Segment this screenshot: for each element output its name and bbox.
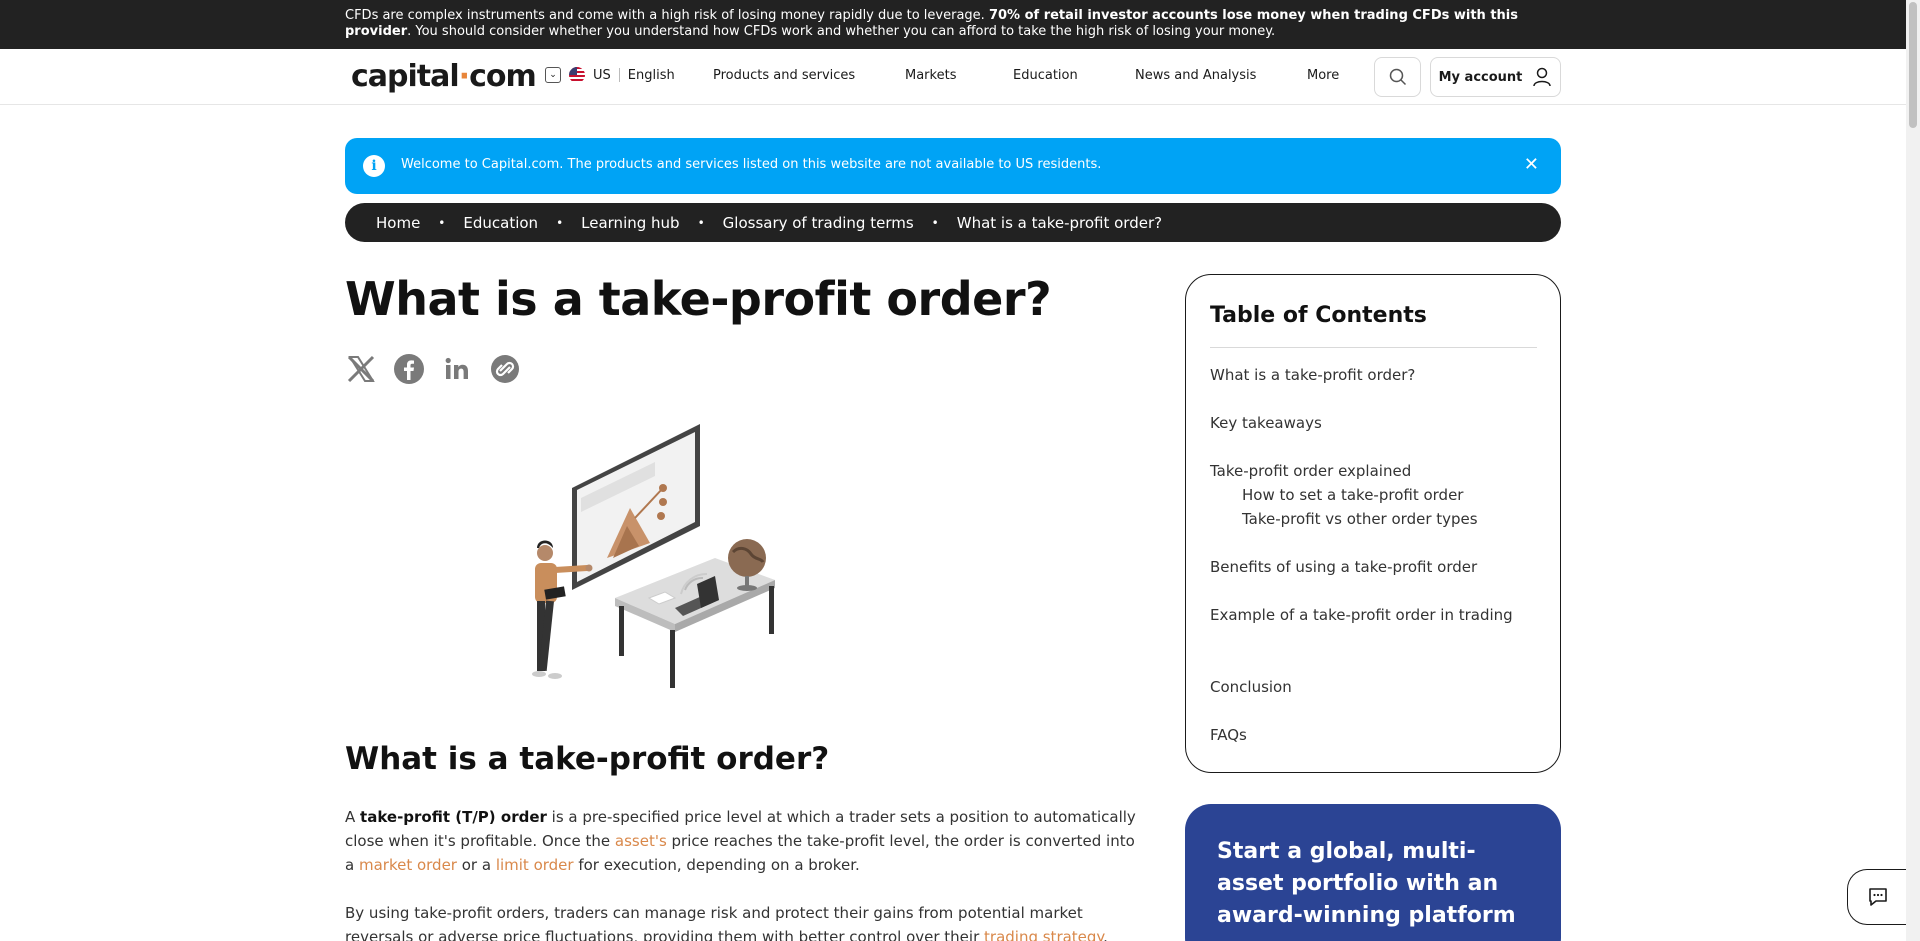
banner-text: Welcome to Capital.com. The products and… <box>401 157 1102 172</box>
intro-paragraph: A take-profit (T/P) order is a pre-speci… <box>345 808 1136 874</box>
toc-item[interactable]: Key takeaways <box>1210 414 1322 432</box>
breadcrumb-education[interactable]: Education <box>463 214 538 232</box>
nav-more[interactable]: More <box>1307 68 1339 83</box>
table-of-contents: Table of Contents What is a take-profit … <box>1185 274 1561 773</box>
breadcrumb-learning-hub[interactable]: Learning hub <box>581 214 679 232</box>
teacher-whiteboard-illustration <box>532 424 775 688</box>
promo-heading: Start a global, multi-asset portfolio wi… <box>1217 839 1516 928</box>
share-bar <box>345 353 521 385</box>
link-market-order[interactable]: market order <box>359 856 457 874</box>
breadcrumb-separator: • <box>438 215 446 230</box>
locale-divider <box>618 68 620 82</box>
toc-item[interactable]: Example of a take-profit order in tradin… <box>1210 606 1513 624</box>
scrollbar-thumb[interactable] <box>1909 2 1917 128</box>
link-limit-order[interactable]: limit order <box>496 856 574 874</box>
my-account-button[interactable]: My account <box>1430 57 1561 97</box>
my-account-label: My account <box>1438 69 1523 85</box>
chat-button[interactable] <box>1847 869 1907 925</box>
search-icon <box>1389 68 1406 86</box>
nav-markets[interactable]: Markets <box>905 68 956 83</box>
us-residents-banner: i Welcome to Capital.com. The products a… <box>345 138 1561 194</box>
close-icon[interactable]: ✕ <box>1524 154 1539 175</box>
site-header: capital·com ⌄ US English Products and se… <box>0 49 1906 105</box>
facebook-icon[interactable] <box>393 353 425 385</box>
toc-divider <box>1210 347 1537 348</box>
section-title: What is a take-profit order? <box>345 741 830 777</box>
toc-subitem[interactable]: Take-profit vs other order types <box>1242 510 1478 528</box>
breadcrumb: Home • Education • Learning hub • Glossa… <box>345 203 1561 242</box>
toc-title: Table of Contents <box>1210 303 1427 328</box>
nav-news-and-analysis[interactable]: News and Analysis <box>1135 68 1256 83</box>
link-trading-strategy[interactable]: trading strategy <box>984 928 1103 941</box>
toc-item[interactable]: FAQs <box>1210 726 1247 744</box>
nav-products-and-services[interactable]: Products and services <box>713 68 855 83</box>
linkedin-icon[interactable] <box>441 353 473 385</box>
breadcrumb-separator: • <box>697 215 705 230</box>
promo-card[interactable]: Start a global, multi-asset portfolio wi… <box>1185 804 1561 941</box>
country-label: US <box>593 67 611 83</box>
user-icon <box>1533 67 1552 87</box>
second-paragraph: By using take-profit orders, traders can… <box>345 901 1145 941</box>
link-icon[interactable] <box>489 353 521 385</box>
breadcrumb-separator: • <box>556 215 564 230</box>
page-title: What is a take-profit order? <box>345 272 1052 326</box>
info-icon: i <box>363 155 385 177</box>
chat-icon <box>1868 888 1887 906</box>
breadcrumb-home[interactable]: Home <box>376 214 420 232</box>
page-scrollbar[interactable] <box>1906 0 1920 941</box>
toc-item[interactable]: What is a take-profit order? <box>1210 366 1415 384</box>
nav-education[interactable]: Education <box>1013 68 1078 83</box>
us-flag-icon <box>569 67 585 83</box>
language-label: English <box>627 67 675 83</box>
x-icon[interactable] <box>345 353 377 385</box>
toc-item[interactable]: Take-profit order explained <box>1210 462 1411 480</box>
toc-subitem[interactable]: How to set a take-profit order <box>1242 486 1463 504</box>
locale-selector[interactable]: ⌄ US English <box>545 67 675 83</box>
toc-item[interactable]: Benefits of using a take-profit order <box>1210 558 1477 576</box>
risk-warning-bar: CFDs are complex instruments and come wi… <box>0 0 1906 49</box>
risk-warning-text: CFDs are complex instruments and come wi… <box>345 8 1518 39</box>
breadcrumb-current: What is a take-profit order? <box>956 213 1163 232</box>
capital-logo[interactable]: capital·com <box>351 59 537 94</box>
search-button[interactable] <box>1374 57 1421 97</box>
breadcrumb-glossary[interactable]: Glossary of trading terms <box>723 214 914 232</box>
link-assets[interactable]: asset's <box>615 832 667 850</box>
toc-item[interactable]: Conclusion <box>1210 678 1292 696</box>
breadcrumb-separator: • <box>931 215 939 230</box>
chevron-down-icon: ⌄ <box>545 67 561 83</box>
